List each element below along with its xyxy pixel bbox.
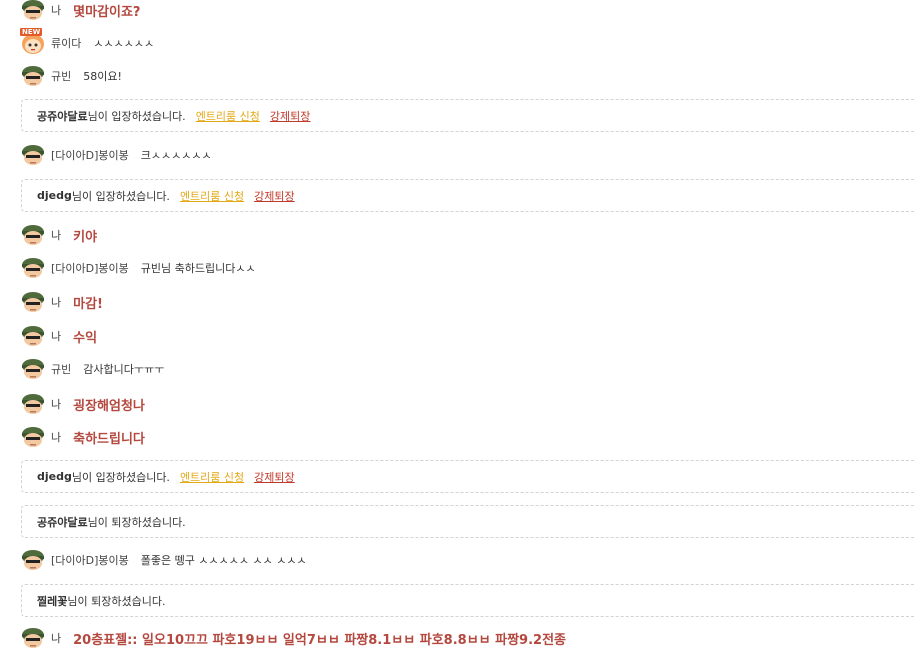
chat-message: 규빈 감사합니다ㅜㅠㅜ	[20, 356, 164, 382]
chat-text: 수익	[73, 330, 98, 346]
chat-message: [다이아D]봉이봉 크ㅅㅅㅅㅅㅅㅅ	[20, 142, 212, 168]
notice-text: 님이 입장하셨습니다.	[71, 470, 170, 484]
notice-text: 님이 입장하셨습니다.	[71, 189, 170, 203]
notice-text: 님이 퇴장하셨습니다.	[67, 594, 166, 608]
chat-nickname[interactable]: 나	[51, 396, 61, 412]
chat-nickname[interactable]: 나	[51, 328, 61, 344]
chat-text: ㅅㅅㅅㅅㅅㅅ	[93, 37, 155, 50]
chat-nickname[interactable]: 나	[51, 227, 61, 243]
chat-message: 나 20층표젤:: 일오10끄끄 파호19ㅂㅂ 일억7ㅂㅂ 파짱8.1ㅂㅂ 파호8…	[20, 625, 566, 651]
chat-nickname[interactable]: 규빈	[51, 68, 71, 84]
soldier-avatar-icon[interactable]	[20, 290, 46, 314]
soldier-avatar-icon[interactable]	[20, 256, 46, 280]
soldier-avatar-icon[interactable]	[20, 223, 46, 247]
entry-room-request-link[interactable]: 엔트리룸 신청	[196, 108, 260, 124]
chat-text: 축하드립니다	[73, 431, 145, 447]
system-notice: 공쥬야달료 님이 입장하셨습니다. 엔트리룸 신청 강제퇴장	[21, 99, 916, 132]
soldier-avatar-icon[interactable]	[20, 425, 46, 449]
chat-message: [다이아D]봉이봉 폴좋은 뗑구 ㅅㅅㅅㅅㅅ ㅅㅅ ㅅㅅㅅ	[20, 547, 307, 573]
force-kick-link[interactable]: 강제퇴장	[254, 469, 294, 485]
entry-room-request-link[interactable]: 엔트리룸 신청	[180, 469, 244, 485]
chat-message: NEW 류이다 ㅅㅅㅅㅅㅅㅅ	[20, 28, 155, 56]
chat-text: 규빈님 축하드립니다ㅅㅅ	[140, 262, 256, 275]
entry-room-request-link[interactable]: 엔트리룸 신청	[180, 188, 244, 204]
soldier-avatar-icon[interactable]	[20, 0, 46, 22]
soldier-avatar-icon[interactable]	[20, 143, 46, 167]
chat-message: 나 굉장해엄청나	[20, 391, 145, 417]
chat-text: 감사합니다ㅜㅠㅜ	[83, 363, 165, 376]
soldier-avatar-icon[interactable]	[20, 626, 46, 650]
chat-nickname[interactable]: 나	[51, 294, 61, 310]
chat-message: 나 몇마감이죠?	[20, 0, 140, 23]
system-notice: 공쥬야달료 님이 퇴장하셨습니다.	[21, 505, 916, 538]
soldier-avatar-icon[interactable]	[20, 357, 46, 381]
notice-username[interactable]: 공쥬야달료	[37, 514, 88, 530]
chat-nickname[interactable]: 나	[51, 2, 61, 18]
chat-text: 키야	[73, 229, 98, 245]
system-notice: djedg 님이 입장하셨습니다. 엔트리룸 신청 강제퇴장	[21, 179, 916, 212]
chat-text: 20층표젤:: 일오10끄끄 파호19ㅂㅂ 일억7ㅂㅂ 파짱8.1ㅂㅂ 파호8.…	[73, 632, 567, 648]
system-notice: djedg 님이 입장하셨습니다. 엔트리룸 신청 강제퇴장	[21, 460, 916, 493]
chat-text: 58이요!	[83, 70, 122, 83]
notice-username[interactable]: djedg	[37, 470, 72, 483]
chat-text: 굉장해엄청나	[73, 398, 145, 414]
chat-text: 몇마감이죠?	[73, 4, 141, 20]
soldier-avatar-icon[interactable]	[20, 548, 46, 572]
new-badge: NEW	[20, 28, 43, 36]
chat-text: 마감!	[73, 296, 103, 312]
notice-username[interactable]: djedg	[37, 189, 72, 202]
chat-nickname[interactable]: 류이다	[51, 35, 81, 51]
chat-nickname[interactable]: 나	[51, 630, 61, 646]
notice-text: 님이 입장하셨습니다.	[87, 109, 186, 123]
notice-username[interactable]: 찔레꽃	[37, 593, 67, 609]
notice-username[interactable]: 공쥬야달료	[37, 108, 88, 124]
chat-text: 폴좋은 뗑구 ㅅㅅㅅㅅㅅ ㅅㅅ ㅅㅅㅅ	[140, 554, 307, 567]
chat-nickname[interactable]: 나	[51, 429, 61, 445]
force-kick-link[interactable]: 강제퇴장	[270, 108, 310, 124]
chat-nickname[interactable]: [다이아D]봉이봉	[51, 260, 129, 276]
chat-message: 나 키야	[20, 222, 97, 248]
chat-message: 나 마감!	[20, 289, 103, 315]
notice-text: 님이 퇴장하셨습니다.	[87, 515, 186, 529]
soldier-avatar-icon[interactable]	[20, 64, 46, 88]
system-notice: 찔레꽃 님이 퇴장하셨습니다.	[21, 584, 916, 617]
new-character-avatar-icon[interactable]: NEW	[20, 28, 46, 55]
chat-message: [다이아D]봉이봉 규빈님 축하드립니다ㅅㅅ	[20, 255, 256, 281]
chat-message: 규빈 58이요!	[20, 63, 122, 89]
chat-text: 크ㅅㅅㅅㅅㅅㅅ	[140, 149, 212, 162]
soldier-avatar-icon[interactable]	[20, 324, 46, 348]
chat-message: 나 축하드립니다	[20, 424, 145, 450]
soldier-avatar-icon[interactable]	[20, 392, 46, 416]
force-kick-link[interactable]: 강제퇴장	[254, 188, 294, 204]
chat-nickname[interactable]: [다이아D]봉이봉	[51, 552, 129, 568]
chat-message: 나 수익	[20, 323, 97, 349]
chat-nickname[interactable]: 규빈	[51, 361, 71, 377]
chat-nickname[interactable]: [다이아D]봉이봉	[51, 147, 129, 163]
